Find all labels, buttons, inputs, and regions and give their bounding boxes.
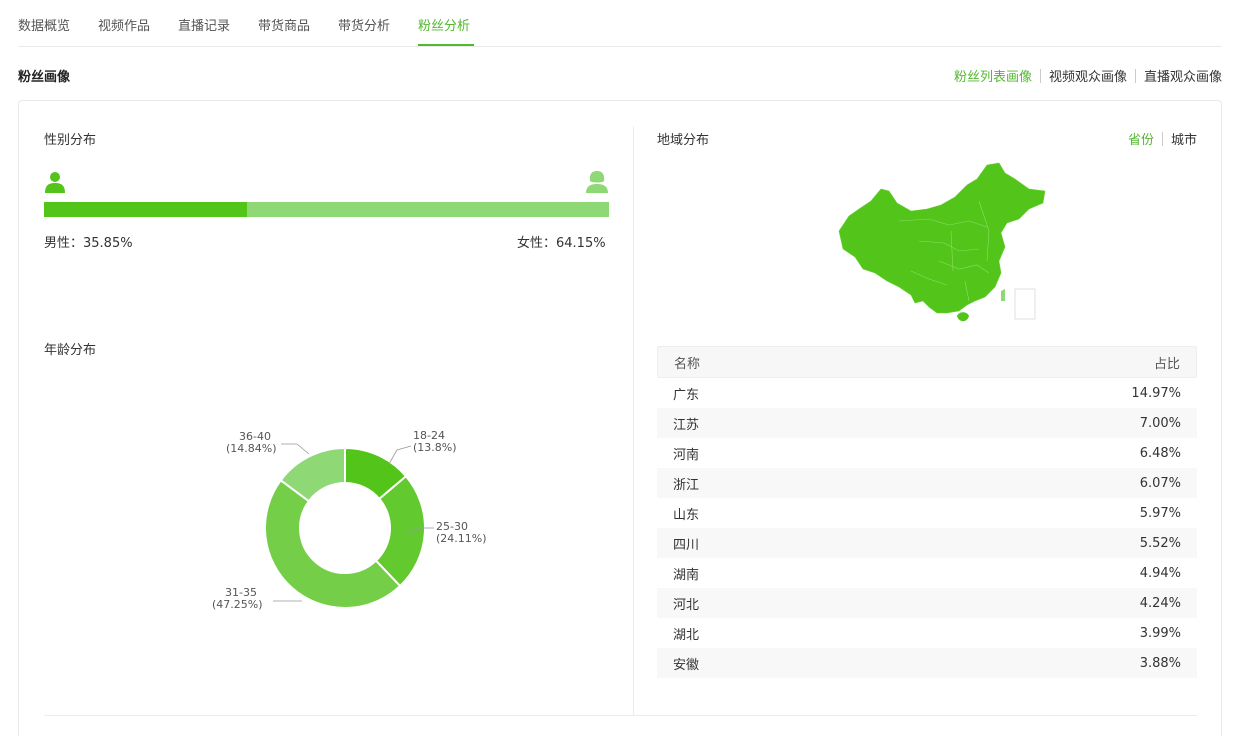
table-row: 广东 14.97%: [657, 378, 1197, 408]
row-pct: 3.99%: [1139, 625, 1181, 641]
table-header: 名称 占比: [657, 346, 1197, 378]
row-pct: 4.24%: [1139, 595, 1181, 611]
region-title: 地域分布: [657, 133, 710, 148]
table-body: 广东 14.97% 江苏 7.00% 河南 6.48% 浙江 6.07% 山东 5.97%…: [657, 378, 1197, 678]
female-icon: [586, 171, 608, 193]
row-name: 浙江: [673, 477, 700, 493]
table-row: 河南 6.48%: [657, 438, 1197, 468]
leader-line-36-40: [281, 443, 310, 455]
row-name: 湖北: [673, 627, 700, 643]
top-tab-bar: 数据概览 视频作品 直播记录 带货商品 带货分析 粉丝分析: [18, 0, 1222, 47]
male-ratio-fill: [44, 202, 247, 217]
row-name: 河南: [673, 447, 700, 463]
switch-city[interactable]: 城市: [1171, 129, 1197, 148]
leader-line-18-24: [388, 445, 412, 465]
row-name: 湖南: [673, 567, 700, 583]
section-title: 粉丝画像: [18, 70, 71, 85]
view-switch: 粉丝列表画像 视频观众画像 直播观众画像: [954, 66, 1222, 85]
table-row: 湖南 4.94%: [657, 558, 1197, 588]
row-pct: 6.07%: [1139, 475, 1181, 491]
tab-fans-analysis[interactable]: 粉丝分析: [418, 15, 470, 34]
tab-live-records[interactable]: 直播记录: [178, 15, 230, 34]
view-video-audience[interactable]: 视频观众画像: [1049, 66, 1127, 85]
age-pct-25-30: (24.11%): [436, 532, 487, 545]
table-row: 安徽 3.88%: [657, 648, 1197, 678]
region-table: 名称 占比 广东 14.97% 江苏 7.00% 河南 6.48% 浙江 6.07% 山…: [657, 346, 1197, 678]
table-row: 湖北 3.99%: [657, 618, 1197, 648]
tab-sales-analysis[interactable]: 带货分析: [338, 15, 390, 34]
hainan-shape: [957, 312, 969, 322]
row-name: 河北: [673, 597, 700, 613]
age-title: 年龄分布: [44, 343, 97, 358]
taiwan-shape: [1001, 289, 1005, 301]
header-ratio: 占比: [1153, 356, 1180, 372]
age-pct-31-35: (47.25%): [212, 598, 263, 611]
view-live-audience[interactable]: 直播观众画像: [1144, 66, 1222, 85]
divider: [1161, 131, 1163, 146]
table-row: 浙江 6.07%: [657, 468, 1197, 498]
row-pct: 5.97%: [1139, 505, 1181, 521]
row-name: 广东: [673, 387, 700, 403]
age-pct-36-40: (14.84%): [226, 442, 277, 455]
divider: [1134, 68, 1136, 83]
row-pct: 14.97%: [1131, 385, 1181, 401]
gender-title: 性别分布: [44, 133, 97, 148]
fans-profile-panel: 性别分布 男性：35.85% 女性：64.15% 年龄分布 18-24 (13.…: [18, 100, 1222, 736]
south-china-sea-inset: [1014, 288, 1036, 320]
active-tab-indicator: [418, 44, 474, 46]
row-pct: 7.00%: [1139, 415, 1181, 431]
row-name: 山东: [673, 507, 700, 523]
row-name: 江苏: [673, 417, 700, 433]
china-map: [838, 162, 1046, 322]
header-name: 名称: [674, 356, 701, 372]
tab-goods[interactable]: 带货商品: [258, 15, 310, 34]
male-icon: [45, 172, 65, 193]
view-fans-list[interactable]: 粉丝列表画像: [954, 66, 1032, 85]
divider: [1039, 68, 1041, 83]
vertical-divider: [633, 126, 634, 716]
male-percentage: 男性：35.85%: [44, 236, 133, 251]
row-pct: 4.94%: [1139, 565, 1181, 581]
row-pct: 5.52%: [1139, 535, 1181, 551]
row-name: 四川: [673, 537, 700, 553]
tab-videos[interactable]: 视频作品: [98, 15, 150, 34]
table-row: 江苏 7.00%: [657, 408, 1197, 438]
tab-data-overview[interactable]: 数据概览: [18, 15, 70, 34]
table-row: 山东 5.97%: [657, 498, 1197, 528]
table-row: 四川 5.52%: [657, 528, 1197, 558]
row-name: 安徽: [673, 657, 700, 673]
row-pct: 3.88%: [1139, 655, 1181, 671]
region-switch: 省份 城市: [1128, 129, 1197, 148]
switch-province[interactable]: 省份: [1128, 129, 1154, 148]
bottom-divider: [44, 715, 1197, 716]
female-percentage: 女性：64.15%: [517, 236, 606, 251]
gender-ratio-bar: [44, 202, 609, 217]
age-donut-chart: 18-24 (13.8%) 25-30 (24.11%) 31-35 (47.2…: [212, 429, 487, 611]
row-pct: 6.48%: [1139, 445, 1181, 461]
age-pct-18-24: (13.8%): [413, 441, 457, 454]
china-mainland-shape: [838, 162, 1046, 314]
table-row: 河北 4.24%: [657, 588, 1197, 618]
